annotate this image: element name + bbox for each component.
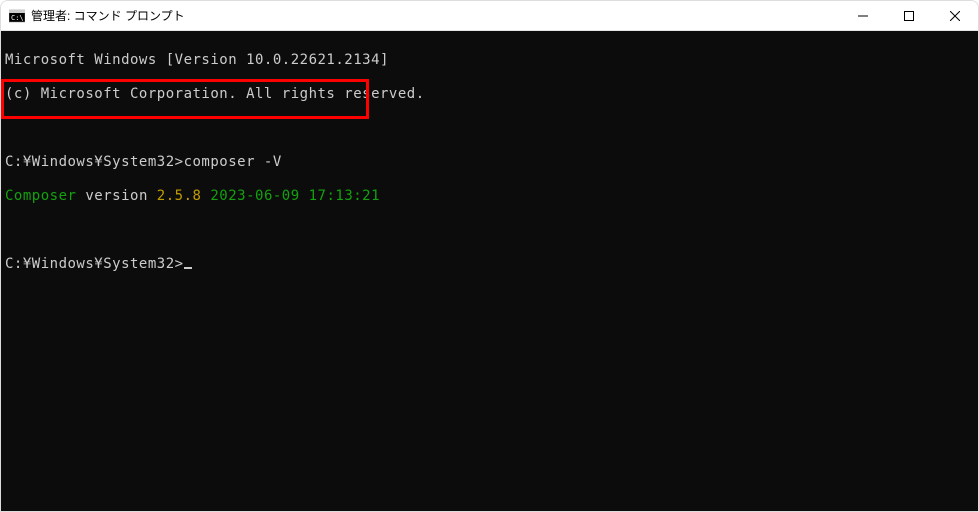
cursor [184, 267, 192, 269]
os-version-line: Microsoft Windows [Version 10.0.22621.21… [5, 52, 974, 69]
composer-datetime: 2023-06-09 17:13:21 [201, 188, 380, 204]
window-title: 管理者: コマンド プロンプト [31, 7, 840, 24]
blank-line [5, 120, 974, 137]
copyright-line: (c) Microsoft Corporation. All rights re… [5, 86, 974, 103]
svg-text:C:\: C:\ [11, 14, 24, 22]
composer-output-line: Composer version 2.5.8 2023-06-09 17:13:… [5, 188, 974, 205]
command-prompt-window: C:\ 管理者: コマンド プロンプト Microsoft Windows [V… [0, 0, 979, 512]
composer-label: Composer [5, 188, 76, 204]
prompt-path: C:¥Windows¥System32> [5, 154, 184, 170]
prompt-path-2: C:¥Windows¥System32> [5, 256, 184, 272]
maximize-button[interactable] [886, 1, 932, 30]
window-controls [840, 1, 978, 30]
minimize-button[interactable] [840, 1, 886, 30]
terminal-area[interactable]: Microsoft Windows [Version 10.0.22621.21… [1, 31, 978, 511]
composer-version: 2.5.8 [157, 188, 202, 204]
cmd-icon: C:\ [9, 8, 25, 24]
typed-command: composer -V [184, 154, 282, 170]
command-line-2: C:¥Windows¥System32> [5, 256, 974, 273]
blank-line-2 [5, 222, 974, 239]
version-word: version [76, 188, 156, 204]
titlebar[interactable]: C:\ 管理者: コマンド プロンプト [1, 1, 978, 31]
command-line-1: C:¥Windows¥System32>composer -V [5, 154, 974, 171]
close-button[interactable] [932, 1, 978, 30]
